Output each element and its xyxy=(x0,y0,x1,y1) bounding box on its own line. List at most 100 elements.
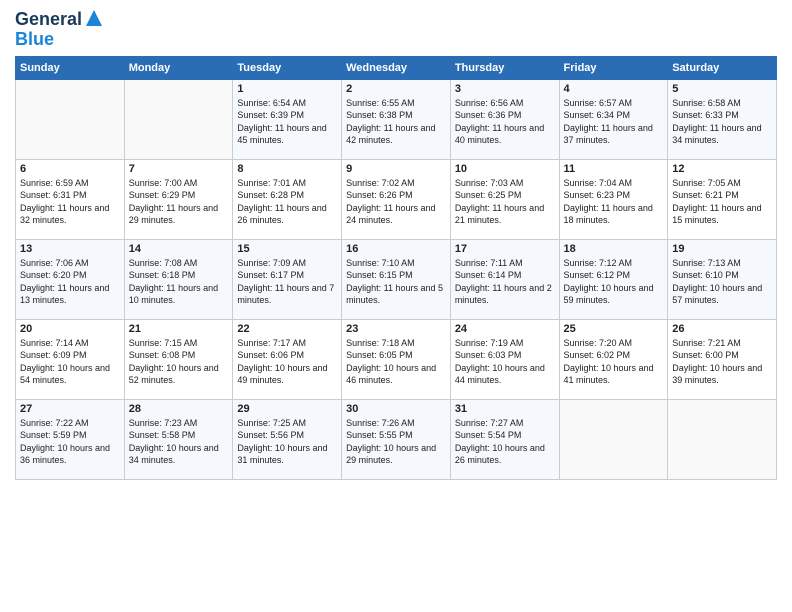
day-of-week-header: Monday xyxy=(124,56,233,79)
day-info: Sunrise: 7:25 AMSunset: 5:56 PMDaylight:… xyxy=(237,417,337,467)
day-info: Sunrise: 7:22 AMSunset: 5:59 PMDaylight:… xyxy=(20,417,120,467)
calendar-cell: 15 Sunrise: 7:09 AMSunset: 6:17 PMDayligh… xyxy=(233,239,342,319)
calendar-cell xyxy=(16,79,125,159)
calendar-cell xyxy=(559,399,668,479)
day-number: 16 xyxy=(346,243,446,255)
day-number: 17 xyxy=(455,243,555,255)
calendar-table: SundayMondayTuesdayWednesdayThursdayFrid… xyxy=(15,56,777,480)
calendar-cell: 18 Sunrise: 7:12 AMSunset: 6:12 PMDayligh… xyxy=(559,239,668,319)
day-of-week-header: Saturday xyxy=(668,56,777,79)
day-number: 4 xyxy=(564,83,664,95)
day-info: Sunrise: 7:11 AMSunset: 6:14 PMDaylight:… xyxy=(455,257,555,307)
calendar-cell: 25Sunrise: 7:20 AMSunset: 6:02 PMDayligh… xyxy=(559,319,668,399)
day-number: 6 xyxy=(20,163,120,175)
calendar-cell: 14Sunrise: 7:08 AMSunset: 6:18 PMDayligh… xyxy=(124,239,233,319)
day-number: 27 xyxy=(20,403,120,415)
day-info: Sunrise: 7:17 AMSunset: 6:06 PMDaylight:… xyxy=(237,337,337,387)
calendar-cell: 10 Sunrise: 7:03 AMSunset: 6:25 PMDayligh… xyxy=(450,159,559,239)
calendar-week-row: 27 Sunrise: 7:22 AMSunset: 5:59 PMDayligh… xyxy=(16,399,777,479)
day-number: 3 xyxy=(455,83,555,95)
calendar-week-row: 1 Sunrise: 6:54 AMSunset: 6:39 PMDaylight… xyxy=(16,79,777,159)
calendar-cell: 28 Sunrise: 7:23 AMSunset: 5:58 PMDayligh… xyxy=(124,399,233,479)
day-info: Sunrise: 7:21 AMSunset: 6:00 PMDaylight:… xyxy=(672,337,772,387)
day-of-week-header: Wednesday xyxy=(342,56,451,79)
day-number: 8 xyxy=(237,163,337,175)
logo-general: General xyxy=(15,10,82,30)
calendar-cell: 8Sunrise: 7:01 AMSunset: 6:28 PMDaylight… xyxy=(233,159,342,239)
calendar-cell: 12 Sunrise: 7:05 AMSunset: 6:21 PMDayligh… xyxy=(668,159,777,239)
calendar-cell xyxy=(668,399,777,479)
day-info: Sunrise: 7:14 AMSunset: 6:09 PMDaylight:… xyxy=(20,337,120,387)
day-number: 18 xyxy=(564,243,664,255)
day-number: 10 xyxy=(455,163,555,175)
day-info: Sunrise: 7:05 AMSunset: 6:21 PMDaylight:… xyxy=(672,177,772,227)
day-number: 28 xyxy=(129,403,229,415)
day-number: 7 xyxy=(129,163,229,175)
day-info: Sunrise: 7:00 AMSunset: 6:29 PMDaylight:… xyxy=(129,177,229,227)
day-info: Sunrise: 7:09 AMSunset: 6:17 PMDaylight:… xyxy=(237,257,337,307)
day-info: Sunrise: 7:12 AMSunset: 6:12 PMDaylight:… xyxy=(564,257,664,307)
day-info: Sunrise: 7:27 AMSunset: 5:54 PMDaylight:… xyxy=(455,417,555,467)
calendar-cell: 6 Sunrise: 6:59 AMSunset: 6:31 PMDaylight… xyxy=(16,159,125,239)
day-number: 5 xyxy=(672,83,772,95)
calendar-cell: 1 Sunrise: 6:54 AMSunset: 6:39 PMDaylight… xyxy=(233,79,342,159)
day-number: 22 xyxy=(237,323,337,335)
day-info: Sunrise: 7:04 AMSunset: 6:23 PMDaylight:… xyxy=(564,177,664,227)
calendar-cell: 26 Sunrise: 7:21 AMSunset: 6:00 PMDayligh… xyxy=(668,319,777,399)
day-number: 14 xyxy=(129,243,229,255)
day-of-week-header: Friday xyxy=(559,56,668,79)
day-info: Sunrise: 7:03 AMSunset: 6:25 PMDaylight:… xyxy=(455,177,555,227)
day-of-week-header: Sunday xyxy=(16,56,125,79)
logo-blue: Blue xyxy=(15,30,54,50)
day-number: 13 xyxy=(20,243,120,255)
calendar-cell: 21Sunrise: 7:15 AMSunset: 6:08 PMDayligh… xyxy=(124,319,233,399)
calendar-cell: 4Sunrise: 6:57 AMSunset: 6:34 PMDaylight… xyxy=(559,79,668,159)
calendar-cell: 13 Sunrise: 7:06 AMSunset: 6:20 PMDayligh… xyxy=(16,239,125,319)
day-number: 1 xyxy=(237,83,337,95)
day-info: Sunrise: 7:06 AMSunset: 6:20 PMDaylight:… xyxy=(20,257,120,307)
day-number: 12 xyxy=(672,163,772,175)
page-container: General Blue SundayMondayTuesdayWednesda… xyxy=(0,0,792,485)
calendar-week-row: 20 Sunrise: 7:14 AMSunset: 6:09 PMDayligh… xyxy=(16,319,777,399)
day-number: 15 xyxy=(237,243,337,255)
calendar-cell: 16 Sunrise: 7:10 AMSunset: 6:15 PMDayligh… xyxy=(342,239,451,319)
day-info: Sunrise: 7:19 AMSunset: 6:03 PMDaylight:… xyxy=(455,337,555,387)
calendar-cell: 30Sunrise: 7:26 AMSunset: 5:55 PMDayligh… xyxy=(342,399,451,479)
day-info: Sunrise: 7:02 AMSunset: 6:26 PMDaylight:… xyxy=(346,177,446,227)
calendar-cell: 24 Sunrise: 7:19 AMSunset: 6:03 PMDayligh… xyxy=(450,319,559,399)
calendar-cell: 7 Sunrise: 7:00 AMSunset: 6:29 PMDaylight… xyxy=(124,159,233,239)
calendar-cell: 27 Sunrise: 7:22 AMSunset: 5:59 PMDayligh… xyxy=(16,399,125,479)
day-number: 31 xyxy=(455,403,555,415)
calendar-cell: 9Sunrise: 7:02 AMSunset: 6:26 PMDaylight… xyxy=(342,159,451,239)
header: General Blue xyxy=(15,10,777,50)
logo-icon xyxy=(84,8,104,28)
day-info: Sunrise: 7:10 AMSunset: 6:15 PMDaylight:… xyxy=(346,257,446,307)
day-info: Sunrise: 6:59 AMSunset: 6:31 PMDaylight:… xyxy=(20,177,120,227)
day-number: 26 xyxy=(672,323,772,335)
day-info: Sunrise: 7:15 AMSunset: 6:08 PMDaylight:… xyxy=(129,337,229,387)
day-number: 19 xyxy=(672,243,772,255)
calendar-week-row: 13 Sunrise: 7:06 AMSunset: 6:20 PMDayligh… xyxy=(16,239,777,319)
day-of-week-header: Tuesday xyxy=(233,56,342,79)
day-number: 24 xyxy=(455,323,555,335)
calendar-cell: 17 Sunrise: 7:11 AMSunset: 6:14 PMDayligh… xyxy=(450,239,559,319)
day-info: Sunrise: 7:26 AMSunset: 5:55 PMDaylight:… xyxy=(346,417,446,467)
day-info: Sunrise: 7:18 AMSunset: 6:05 PMDaylight:… xyxy=(346,337,446,387)
day-number: 29 xyxy=(237,403,337,415)
day-info: Sunrise: 6:54 AMSunset: 6:39 PMDaylight:… xyxy=(237,97,337,147)
header-row: SundayMondayTuesdayWednesdayThursdayFrid… xyxy=(16,56,777,79)
calendar-cell: 19Sunrise: 7:13 AMSunset: 6:10 PMDayligh… xyxy=(668,239,777,319)
calendar-cell: 3 Sunrise: 6:56 AMSunset: 6:36 PMDaylight… xyxy=(450,79,559,159)
day-number: 23 xyxy=(346,323,446,335)
day-number: 20 xyxy=(20,323,120,335)
calendar-cell: 23 Sunrise: 7:18 AMSunset: 6:05 PMDayligh… xyxy=(342,319,451,399)
calendar-cell: 11 Sunrise: 7:04 AMSunset: 6:23 PMDayligh… xyxy=(559,159,668,239)
day-info: Sunrise: 7:23 AMSunset: 5:58 PMDaylight:… xyxy=(129,417,229,467)
day-of-week-header: Thursday xyxy=(450,56,559,79)
day-number: 25 xyxy=(564,323,664,335)
day-number: 2 xyxy=(346,83,446,95)
day-number: 11 xyxy=(564,163,664,175)
calendar-cell: 5Sunrise: 6:58 AMSunset: 6:33 PMDaylight… xyxy=(668,79,777,159)
day-info: Sunrise: 6:56 AMSunset: 6:36 PMDaylight:… xyxy=(455,97,555,147)
calendar-cell: 20 Sunrise: 7:14 AMSunset: 6:09 PMDayligh… xyxy=(16,319,125,399)
